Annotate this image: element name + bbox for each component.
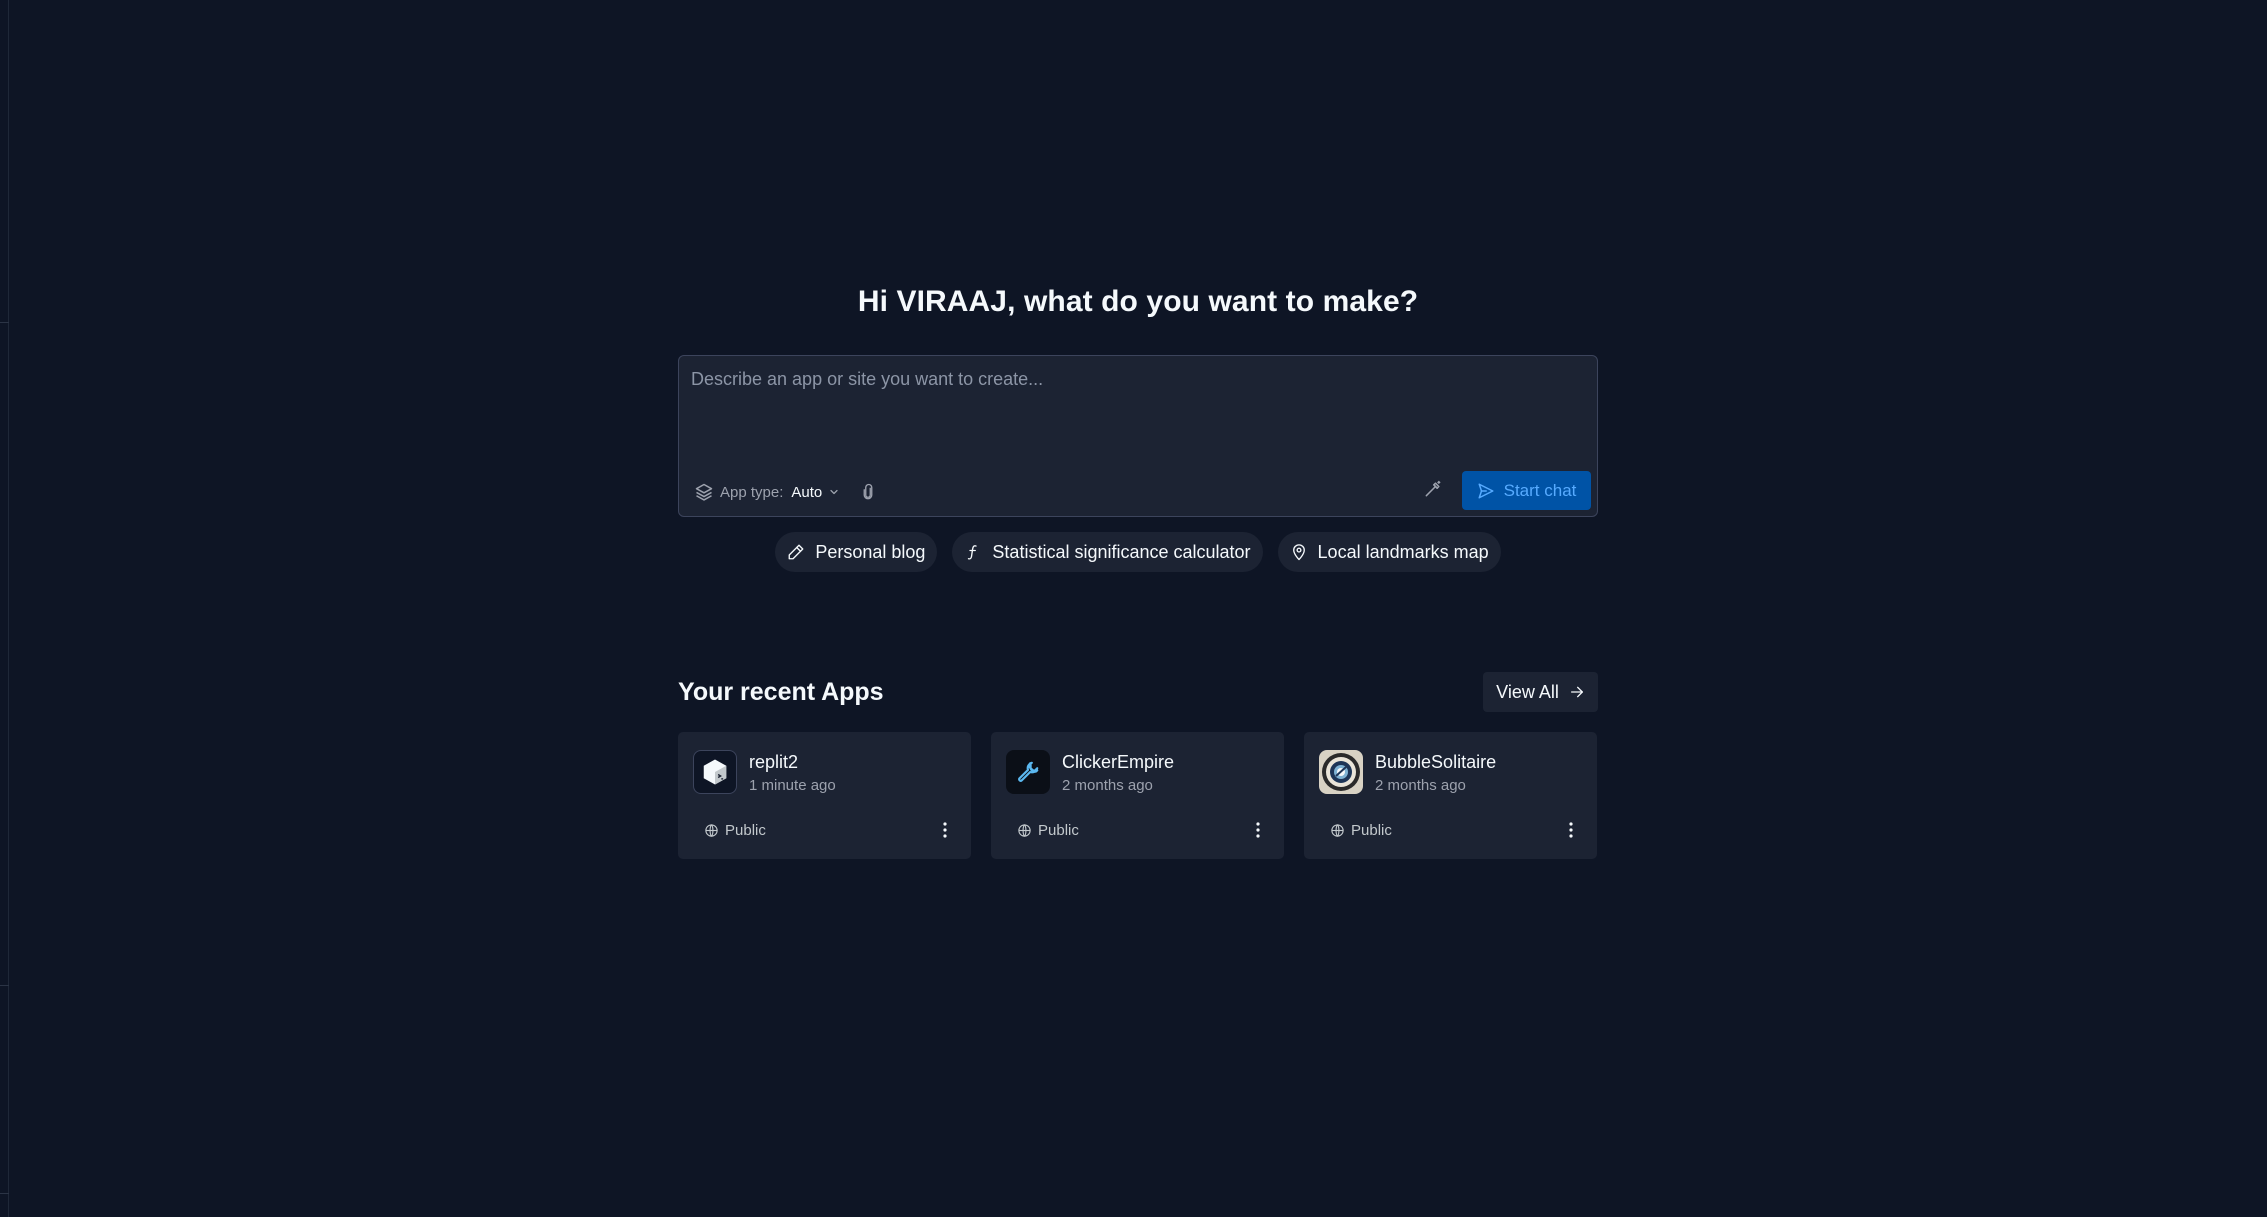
suggestion-label: Local landmarks map	[1317, 541, 1489, 562]
more-vertical-icon	[1569, 822, 1573, 838]
function-icon	[968, 545, 978, 560]
pencil-icon	[788, 544, 804, 560]
app-card-clickerempire[interactable]: ClickerEmpire 2 months ago Public	[991, 732, 1284, 859]
app-type-label: App type:	[720, 483, 784, 501]
app-type-selector[interactable]: App type: Auto	[694, 479, 840, 505]
arrow-right-icon	[1570, 686, 1583, 698]
globe-icon	[705, 824, 718, 837]
left-rail	[0, 0, 9, 1217]
visibility-label: Public	[725, 822, 766, 839]
layers-icon	[695, 483, 713, 501]
suggestion-label: Personal blog	[815, 541, 926, 562]
app-menu-button[interactable]	[1563, 819, 1579, 841]
recent-apps-title: Your recent Apps	[678, 678, 884, 706]
start-chat-button[interactable]: Start chat	[1462, 471, 1591, 510]
app-name: BubbleSolitaire	[1375, 752, 1497, 772]
suggestion-chips: Personal blog Statistical significance c…	[678, 532, 1598, 572]
rail-divider	[0, 985, 9, 986]
suggestion-chip-statistical-calculator[interactable]: Statistical significance calculator	[952, 532, 1263, 572]
rail-divider	[0, 1193, 9, 1194]
prompt-input[interactable]	[689, 364, 1585, 454]
visibility-badge: Public	[1330, 822, 1392, 839]
suggestion-chip-landmarks-map[interactable]: Local landmarks map	[1277, 532, 1501, 572]
send-icon	[1478, 483, 1494, 498]
visibility-label: Public	[1351, 822, 1392, 839]
app-card-bubblesolitaire[interactable]: BubbleSolitaire 2 months ago Public	[1304, 732, 1597, 859]
app-updated-time: 1 minute ago	[749, 777, 836, 794]
app-type-value: Auto	[791, 483, 823, 501]
recent-apps-header: Your recent Apps View All	[678, 672, 1598, 712]
app-menu-button[interactable]	[1250, 819, 1266, 841]
magic-wand-icon	[1425, 480, 1441, 497]
globe-icon	[1018, 824, 1031, 837]
rail-divider	[0, 322, 9, 323]
view-all-label: View All	[1496, 681, 1559, 702]
attach-button[interactable]	[857, 481, 879, 503]
visibility-badge: Public	[704, 822, 766, 839]
map-pin-icon	[1292, 544, 1305, 561]
app-updated-time: 2 months ago	[1375, 777, 1466, 794]
suggestion-chip-personal-blog[interactable]: Personal blog	[775, 532, 938, 572]
app-updated-time: 2 months ago	[1062, 777, 1153, 794]
prompt-composer: App type: Auto Start chat	[678, 355, 1598, 517]
globe-icon	[1331, 824, 1344, 837]
page-title: Hi VIRAAJ, what do you want to make?	[857, 285, 1419, 318]
more-vertical-icon	[943, 822, 947, 838]
bubble-icon	[1319, 750, 1363, 794]
recent-apps-list: replit2 1 minute ago Public ClickerEmpir…	[678, 732, 1598, 859]
visibility-label: Public	[1038, 822, 1079, 839]
more-vertical-icon	[1256, 822, 1260, 838]
suggestion-label: Statistical significance calculator	[992, 541, 1251, 562]
visibility-badge: Public	[1017, 822, 1079, 839]
wrench-icon	[1006, 750, 1050, 794]
app-name: ClickerEmpire	[1062, 752, 1175, 772]
app-menu-button[interactable]	[937, 819, 953, 841]
cube-icon	[693, 750, 737, 794]
improve-prompt-button[interactable]	[1421, 477, 1445, 501]
chevron-down-icon	[830, 489, 838, 495]
app-card-replit2[interactable]: replit2 1 minute ago Public	[678, 732, 971, 859]
app-name: replit2	[749, 752, 799, 772]
paperclip-icon	[863, 483, 873, 500]
view-all-button[interactable]: View All	[1483, 672, 1598, 712]
start-chat-label: Start chat	[1503, 480, 1577, 500]
